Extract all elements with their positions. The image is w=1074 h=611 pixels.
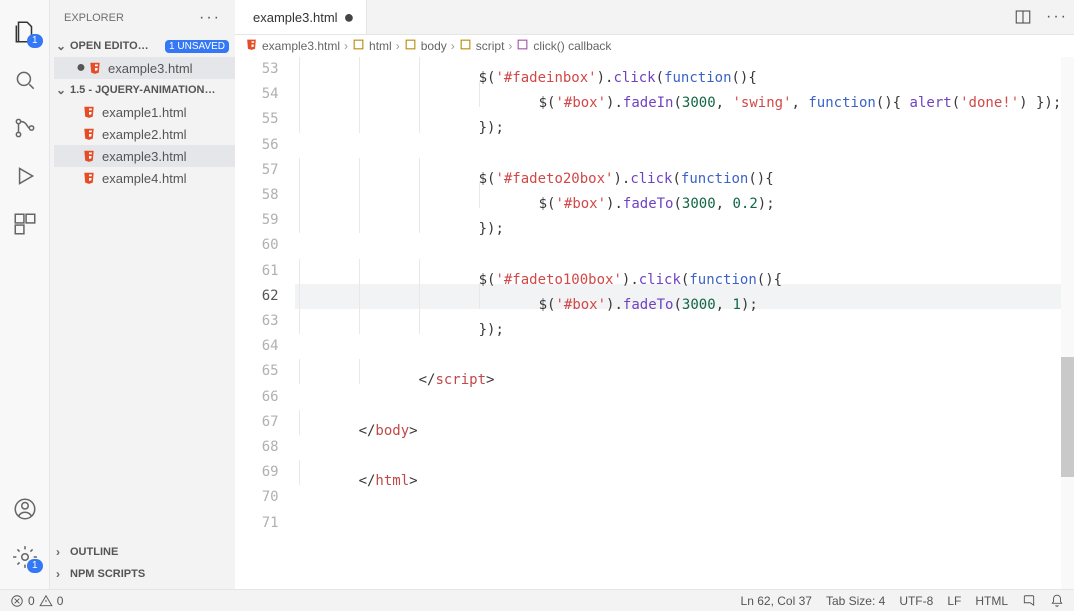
breadcrumb-segment[interactable]: script bbox=[459, 38, 505, 54]
editor-tab[interactable]: example3.html ● bbox=[235, 0, 367, 34]
breadcrumb-label: body bbox=[421, 39, 447, 53]
sidebar-section-header[interactable]: ›OUTLINE bbox=[50, 541, 235, 563]
code-line[interactable]: $('#box').fadeIn(3000, 'swing', function… bbox=[295, 82, 1062, 107]
breadcrumb-segment[interactable]: html bbox=[352, 38, 392, 54]
tab-bar: example3.html ● ··· bbox=[235, 0, 1074, 35]
status-eol[interactable]: LF bbox=[947, 594, 961, 608]
run-debug-icon[interactable] bbox=[11, 162, 39, 190]
minimap-scrollbar[interactable] bbox=[1061, 57, 1074, 589]
sidebar-section-header[interactable]: ›NPM SCRIPTS bbox=[50, 563, 235, 585]
accounts-icon[interactable] bbox=[11, 495, 39, 523]
file-tree-item[interactable]: example4.html bbox=[54, 167, 235, 189]
breadcrumb-icon bbox=[404, 38, 417, 54]
code-line[interactable]: $('#box').fadeTo(3000, 1); bbox=[295, 284, 1062, 309]
file-tree-item[interactable]: example1.html bbox=[54, 101, 235, 123]
source-control-icon[interactable] bbox=[11, 114, 39, 142]
unsaved-badge: 1 UNSAVED bbox=[165, 40, 229, 53]
breadcrumb-icon bbox=[516, 38, 529, 54]
editor-area: example3.html ● ··· example3.html › html › b… bbox=[235, 0, 1074, 589]
file-label: example1.html bbox=[102, 105, 187, 120]
file-label: example3.html bbox=[102, 149, 187, 164]
code-line[interactable]: $('#fadeinbox').click(function(){ bbox=[295, 57, 1062, 82]
code-editor[interactable]: $('#fadeinbox').click(function(){ $('#bo… bbox=[295, 57, 1062, 589]
search-icon[interactable] bbox=[11, 66, 39, 94]
explorer-icon[interactable]: 1 bbox=[11, 18, 39, 46]
open-editor-item[interactable]: ● example3.html bbox=[54, 57, 235, 79]
code-line[interactable]: $('#fadeto20box').click(function(){ bbox=[295, 158, 1062, 183]
breadcrumb-icon bbox=[245, 38, 258, 54]
open-editors-header[interactable]: ⌄ OPEN EDITO… 1 UNSAVED bbox=[50, 35, 235, 57]
status-language[interactable]: HTML bbox=[975, 594, 1008, 608]
code-line[interactable]: </html> bbox=[295, 460, 1062, 485]
html-file-icon bbox=[82, 105, 96, 119]
breadcrumb-segment[interactable]: example3.html bbox=[245, 38, 340, 54]
dirty-indicator-icon: ● bbox=[74, 59, 88, 77]
breadcrumb-label: click() callback bbox=[533, 39, 611, 53]
file-label: example2.html bbox=[102, 127, 187, 142]
open-editors-label: OPEN EDITO… bbox=[70, 40, 149, 52]
breadcrumbs[interactable]: example3.html›html›body›script›click() c… bbox=[235, 35, 1074, 57]
settings-icon[interactable]: 1 bbox=[11, 543, 39, 571]
html-file-icon bbox=[82, 127, 96, 141]
chevron-right-icon: › bbox=[56, 545, 70, 559]
feedback-icon[interactable] bbox=[1022, 594, 1036, 608]
html-file-icon bbox=[88, 61, 102, 75]
code-line[interactable] bbox=[295, 510, 1062, 535]
code-line[interactable] bbox=[295, 384, 1062, 409]
chevron-right-icon: › bbox=[396, 39, 400, 53]
status-cursor[interactable]: Ln 62, Col 37 bbox=[741, 594, 812, 608]
breadcrumb-icon bbox=[459, 38, 472, 54]
folder-label: 1.5 - JQUERY-ANIMATION… bbox=[70, 84, 215, 96]
error-count: 0 bbox=[28, 594, 35, 608]
chevron-down-icon: ⌄ bbox=[56, 39, 70, 53]
line-number-gutter: 53545556575859606162636465666768697071 bbox=[235, 57, 295, 589]
sidebar-title: EXPLORER bbox=[64, 12, 124, 24]
folder-header[interactable]: ⌄ 1.5 - JQUERY-ANIMATION… bbox=[50, 79, 235, 101]
chevron-right-icon: › bbox=[508, 39, 512, 53]
breadcrumb-icon bbox=[352, 38, 365, 54]
sidebar: EXPLORER ··· ⌄ OPEN EDITO… 1 UNSAVED ● ex… bbox=[50, 0, 235, 589]
status-encoding[interactable]: UTF-8 bbox=[899, 594, 933, 608]
section-label: NPM SCRIPTS bbox=[70, 568, 145, 580]
explorer-badge: 1 bbox=[27, 34, 43, 48]
status-problems[interactable]: 0 0 bbox=[10, 594, 63, 608]
code-line[interactable] bbox=[295, 233, 1062, 258]
notifications-icon[interactable] bbox=[1050, 594, 1064, 608]
chevron-right-icon: › bbox=[344, 39, 348, 53]
code-line[interactable]: $('#box').fadeTo(3000, 0.2); bbox=[295, 183, 1062, 208]
more-actions-icon[interactable]: ··· bbox=[1040, 0, 1074, 34]
breadcrumb-label: example3.html bbox=[262, 39, 340, 53]
chevron-down-icon: ⌄ bbox=[56, 83, 70, 97]
file-label: example3.html bbox=[108, 61, 193, 76]
status-tabsize[interactable]: Tab Size: 4 bbox=[826, 594, 885, 608]
breadcrumb-label: html bbox=[369, 39, 392, 53]
file-label: example4.html bbox=[102, 171, 187, 186]
html-file-icon bbox=[82, 171, 96, 185]
breadcrumb-label: script bbox=[476, 39, 505, 53]
code-line[interactable]: $('#fadeto100box').click(function(){ bbox=[295, 259, 1062, 284]
sidebar-more-icon[interactable]: ··· bbox=[199, 9, 221, 27]
code-line[interactable]: </script> bbox=[295, 359, 1062, 384]
file-tree-item[interactable]: example3.html bbox=[54, 145, 235, 167]
extensions-icon[interactable] bbox=[11, 210, 39, 238]
section-label: OUTLINE bbox=[70, 546, 118, 558]
chevron-right-icon: › bbox=[56, 567, 70, 581]
html-file-icon bbox=[82, 149, 96, 163]
split-editor-icon[interactable] bbox=[1006, 0, 1040, 34]
breadcrumb-segment[interactable]: click() callback bbox=[516, 38, 611, 54]
file-tree-item[interactable]: example2.html bbox=[54, 123, 235, 145]
settings-badge: 1 bbox=[27, 559, 43, 573]
warning-count: 0 bbox=[57, 594, 64, 608]
activity-bar: 1 1 bbox=[0, 0, 50, 589]
chevron-right-icon: › bbox=[451, 39, 455, 53]
editor-tab-label: example3.html bbox=[253, 10, 338, 25]
breadcrumb-segment[interactable]: body bbox=[404, 38, 447, 54]
status-bar: 0 0 Ln 62, Col 37 Tab Size: 4 UTF-8 LF H… bbox=[0, 589, 1074, 611]
code-line[interactable]: </body> bbox=[295, 410, 1062, 435]
